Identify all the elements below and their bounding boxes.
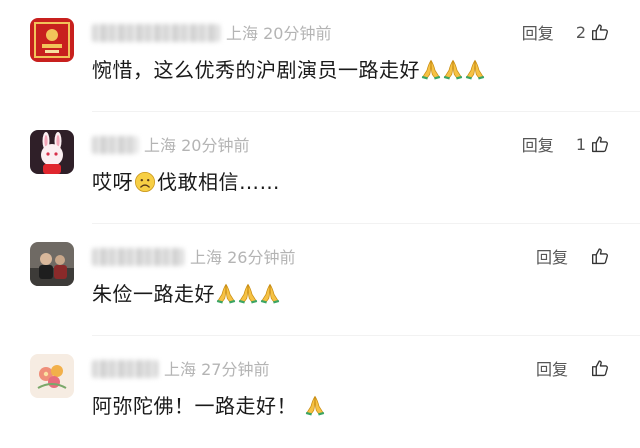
comment-item: 上海 20分钟前 回复 2 惋惜，这么优秀的沪剧演员一路走好 xyxy=(0,0,640,112)
praying-hands-icon xyxy=(259,282,281,304)
praying-hands-icon xyxy=(464,58,486,80)
comment-location: 上海 xyxy=(144,136,177,155)
comment-text-before: 哎呀 xyxy=(92,170,133,194)
like-button[interactable] xyxy=(590,246,610,266)
avatar[interactable] xyxy=(30,242,74,286)
comment-time: 27分钟前 xyxy=(201,360,270,379)
comment-location: 上海 xyxy=(226,24,259,43)
red-poster-avatar-icon xyxy=(30,18,74,62)
reply-button[interactable]: 回复 xyxy=(522,20,554,44)
frowning-face-icon xyxy=(135,172,155,192)
flower-avatar-icon xyxy=(30,354,74,398)
like-button[interactable]: 2 xyxy=(576,22,610,42)
comment-item: 上海 20分钟前 回复 1 哎呀 伐敢相信…… xyxy=(0,112,640,224)
comment-item: 上海 27分钟前 回复 阿弥陀佛！一路走好！ xyxy=(0,336,640,448)
praying-hands-icon xyxy=(237,282,259,304)
photo-avatar-icon xyxy=(30,242,74,286)
comment-location: 上海 xyxy=(190,248,223,267)
comment-text-content: 惋惜，这么优秀的沪剧演员一路走好 xyxy=(92,58,420,82)
reply-button[interactable]: 回复 xyxy=(536,356,568,380)
thumbs-up-icon xyxy=(590,22,610,42)
reply-button[interactable]: 回复 xyxy=(522,132,554,156)
comment-meta: 上海 20分钟前 xyxy=(92,132,249,156)
comment-meta: 上海 20分钟前 xyxy=(92,20,331,44)
praying-hands-icon xyxy=(420,58,442,80)
comment-location: 上海 xyxy=(164,360,197,379)
redacted-username xyxy=(92,136,138,154)
comment-text-after: 伐敢相信…… xyxy=(157,170,280,194)
praying-hands-icon xyxy=(442,58,464,80)
comment-text: 哎呀 伐敢相信…… xyxy=(92,166,280,195)
like-button[interactable]: 1 xyxy=(576,134,610,154)
comment-time: 26分钟前 xyxy=(227,248,296,267)
comment-meta: 上海 27分钟前 xyxy=(92,356,269,380)
comment-actions: 回复 xyxy=(536,356,610,380)
rabbit-avatar-icon xyxy=(30,130,74,174)
redacted-username xyxy=(92,24,220,42)
reply-button[interactable]: 回复 xyxy=(536,244,568,268)
avatar[interactable] xyxy=(30,130,74,174)
comment-text: 朱俭一路走好 xyxy=(92,278,281,307)
like-button[interactable] xyxy=(590,358,610,378)
thumbs-up-icon xyxy=(590,134,610,154)
avatar[interactable] xyxy=(30,18,74,62)
comment-text-content: 朱俭一路走好 xyxy=(92,282,215,306)
thumbs-up-icon xyxy=(590,358,610,378)
comment-time: 20分钟前 xyxy=(181,136,250,155)
avatar[interactable] xyxy=(30,354,74,398)
comment-item: 上海 26分钟前 回复 朱俭一路走好 xyxy=(0,224,640,336)
comment-actions: 回复 2 xyxy=(522,20,610,44)
comment-text: 惋惜，这么优秀的沪剧演员一路走好 xyxy=(92,54,486,83)
praying-hands-icon xyxy=(215,282,237,304)
comment-actions: 回复 1 xyxy=(522,132,610,156)
comment-text: 阿弥陀佛！一路走好！ xyxy=(92,390,326,419)
comment-text-content: 阿弥陀佛！一路走好！ xyxy=(92,394,297,418)
comment-time: 20分钟前 xyxy=(263,24,332,43)
like-count: 1 xyxy=(575,134,586,154)
redacted-username xyxy=(92,248,184,266)
comment-actions: 回复 xyxy=(536,244,610,268)
thumbs-up-icon xyxy=(590,246,610,266)
praying-hands-icon xyxy=(304,394,326,416)
like-count: 2 xyxy=(575,22,586,42)
comment-meta: 上海 26分钟前 xyxy=(92,244,295,268)
redacted-username xyxy=(92,360,158,378)
